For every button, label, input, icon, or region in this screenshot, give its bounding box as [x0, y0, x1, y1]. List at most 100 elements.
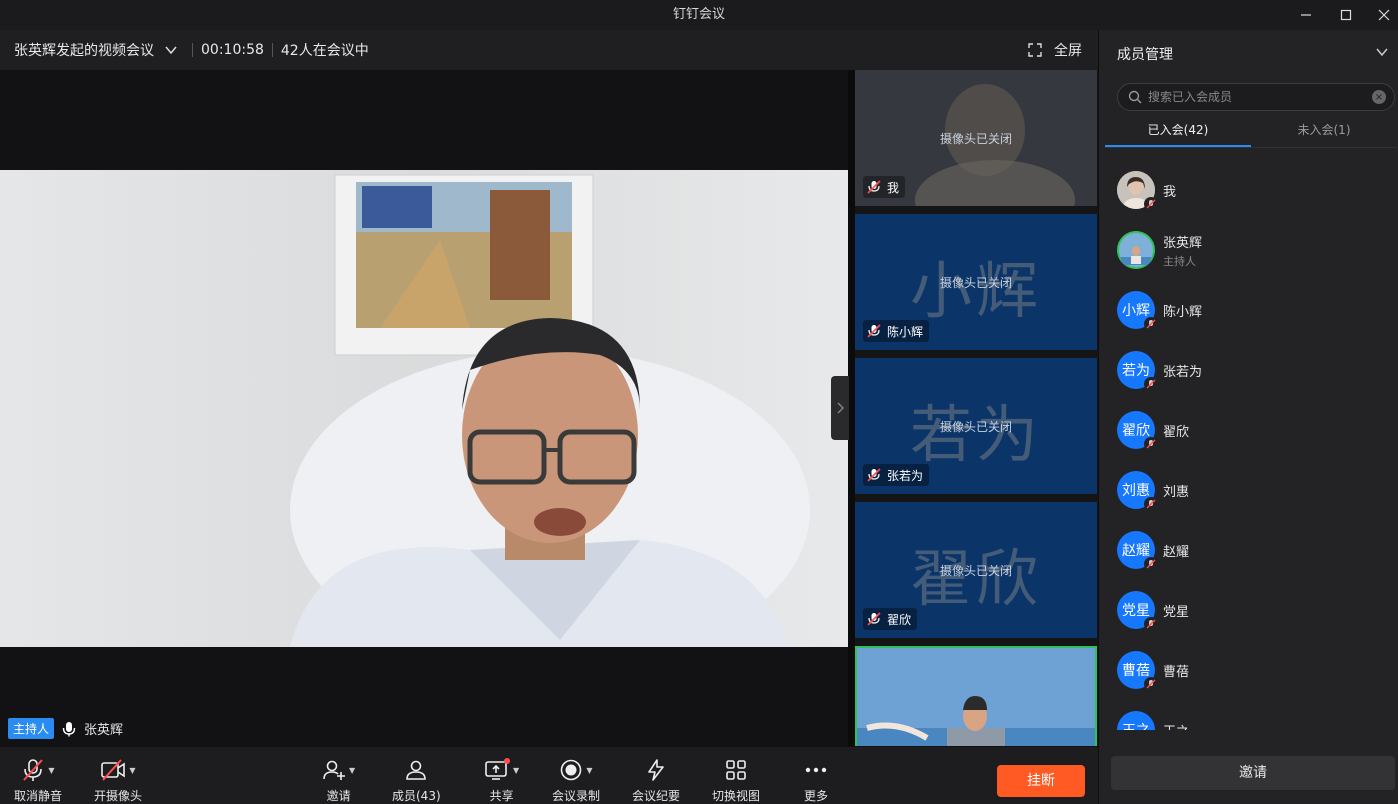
switch-view-label: 切换视图	[712, 789, 761, 803]
members-icon	[406, 760, 427, 780]
minimize-button[interactable]	[1284, 0, 1328, 30]
list-item[interactable]: 小辉 陈小辉	[1099, 280, 1398, 340]
speaker-video-frame	[0, 170, 848, 647]
minutes-label: 会议纪要	[632, 789, 681, 803]
list-item[interactable]: 王之 王之	[1099, 700, 1398, 730]
switch-view-button[interactable]: 切换视图	[712, 757, 760, 804]
main-stage: 主持人 张英辉	[0, 70, 848, 746]
tile-name: 我	[887, 180, 900, 195]
muted-mic-icon	[867, 324, 881, 338]
video-tile[interactable]: 翟欣 摄像头已关闭 翟欣	[855, 502, 1097, 638]
caret-down-icon[interactable]: ▼	[586, 766, 592, 775]
tile-name-label: 陈小辉	[863, 320, 930, 342]
muted-mic-icon	[23, 759, 44, 781]
share-button[interactable]: ▼ 共享	[484, 757, 519, 804]
share-label: 共享	[489, 789, 514, 803]
meeting-title: 张英辉发起的视频会议	[14, 43, 154, 59]
clear-search-icon[interactable]: ×	[1372, 90, 1386, 104]
camera-label: 开摄像头	[94, 789, 143, 803]
video-tile[interactable]: 摄像头已关闭 我	[855, 70, 1097, 206]
list-item[interactable]: 刘惠 刘惠	[1099, 460, 1398, 520]
camera-button[interactable]: ▼ 开摄像头	[94, 757, 142, 804]
member-name: 曹蓓	[1163, 664, 1190, 680]
muted-mic-icon	[1144, 437, 1158, 451]
avatar-text: 刘惠	[1122, 483, 1150, 499]
members-label: 成员(43)	[392, 789, 441, 803]
active-speaker-tile[interactable]	[855, 646, 1097, 746]
avatar-text: 翟欣	[1122, 423, 1150, 439]
members-button[interactable]: 成员(43)	[392, 757, 441, 804]
record-icon	[561, 759, 582, 781]
main-speaker-video	[0, 170, 848, 647]
chevron-down-icon[interactable]	[164, 43, 178, 57]
video-tile[interactable]: 小辉 摄像头已关闭 陈小辉	[855, 214, 1097, 350]
close-button[interactable]	[1362, 0, 1398, 30]
fullscreen-button[interactable]: 全屏	[1028, 30, 1082, 70]
list-item[interactable]: 张英辉 主持人	[1099, 220, 1398, 280]
avatar: 翟欣	[1117, 411, 1158, 451]
record-button[interactable]: ▼ 会议录制	[552, 757, 600, 804]
record-label: 会议录制	[552, 789, 601, 803]
tile-name-label: 翟欣	[863, 608, 918, 630]
window-title: 钉钉会议	[672, 7, 725, 22]
divider	[848, 70, 855, 746]
hangup-button[interactable]: 挂断	[997, 765, 1085, 797]
more-label: 更多	[804, 789, 829, 803]
fullscreen-icon	[1028, 43, 1042, 57]
member-search[interactable]: ×	[1117, 83, 1395, 111]
avatar-text: 曹蓓	[1122, 663, 1150, 679]
tile-name: 张若为	[887, 468, 924, 483]
tab-joined[interactable]: 已入会(42)	[1105, 116, 1251, 147]
member-tabs: 已入会(42) 未入会(1)	[1105, 116, 1397, 148]
member-role: 主持人	[1163, 254, 1196, 268]
divider	[192, 43, 193, 57]
muted-mic-icon	[867, 468, 881, 482]
divider	[271, 43, 273, 57]
invite-button[interactable]: 邀请	[1111, 756, 1395, 790]
invite-toolbar-button[interactable]: ▼ 邀请	[322, 757, 355, 804]
unmute-button[interactable]: ▼ 取消静音	[14, 757, 62, 804]
search-input[interactable]	[1148, 90, 1368, 104]
meeting-toolbar: ▼ 取消静音 ▼ 开摄像头 ▼ 邀请 成员(43) ▼ 共享 ▼ 会议录制 会议…	[0, 746, 1098, 804]
add-user-icon	[323, 760, 345, 780]
member-name: 我	[1163, 184, 1177, 200]
member-name: 刘惠	[1163, 484, 1190, 500]
video-tile[interactable]: 若为 摄像头已关闭 张若为	[855, 358, 1097, 494]
avatar: 若为	[1117, 351, 1158, 391]
list-item[interactable]: 翟欣 翟欣	[1099, 400, 1398, 460]
invite-label: 邀请	[326, 789, 351, 803]
member-panel: 成员管理 × 已入会(42) 未入会(1) 我 张英辉 主持人 小辉	[1098, 30, 1398, 804]
meeting-duration: 00:10:58	[201, 42, 264, 58]
grid-view-icon	[726, 760, 746, 780]
chevron-down-icon[interactable]	[1374, 44, 1390, 60]
list-item[interactable]: 党星 党星	[1099, 580, 1398, 640]
minutes-button[interactable]: 会议纪要	[632, 757, 680, 804]
member-name: 陈小辉	[1163, 304, 1203, 320]
avatar-text: 小辉	[1122, 303, 1150, 319]
list-item[interactable]: 若为 张若为	[1099, 340, 1398, 400]
muted-mic-icon	[867, 180, 881, 194]
list-item[interactable]: 曹蓓 曹蓓	[1099, 640, 1398, 700]
avatar-photo	[1117, 231, 1155, 269]
muted-mic-icon	[1144, 677, 1158, 691]
muted-mic-icon	[867, 612, 881, 626]
avatar-text: 王之	[1122, 720, 1150, 730]
muted-mic-icon	[1144, 317, 1158, 331]
tab-not-joined[interactable]: 未入会(1)	[1251, 116, 1397, 147]
list-item[interactable]: 赵耀 赵耀	[1099, 520, 1398, 580]
avatar: 党星	[1117, 591, 1158, 631]
list-item[interactable]: 我	[1099, 160, 1398, 220]
caret-down-icon[interactable]: ▼	[129, 766, 135, 775]
tile-name: 翟欣	[887, 612, 912, 627]
avatar	[1117, 171, 1158, 211]
caret-down-icon[interactable]: ▼	[48, 766, 54, 775]
muted-mic-icon	[1144, 197, 1158, 211]
caret-down-icon[interactable]: ▼	[513, 766, 519, 775]
member-name: 翟欣	[1163, 424, 1190, 440]
host-badge: 主持人	[8, 718, 55, 739]
panel-title: 成员管理	[1117, 47, 1173, 63]
more-button[interactable]: 更多	[804, 757, 828, 804]
avatar: 小辉	[1117, 291, 1158, 331]
caret-down-icon[interactable]: ▼	[349, 766, 355, 775]
collapse-tiles-button[interactable]	[831, 376, 849, 440]
